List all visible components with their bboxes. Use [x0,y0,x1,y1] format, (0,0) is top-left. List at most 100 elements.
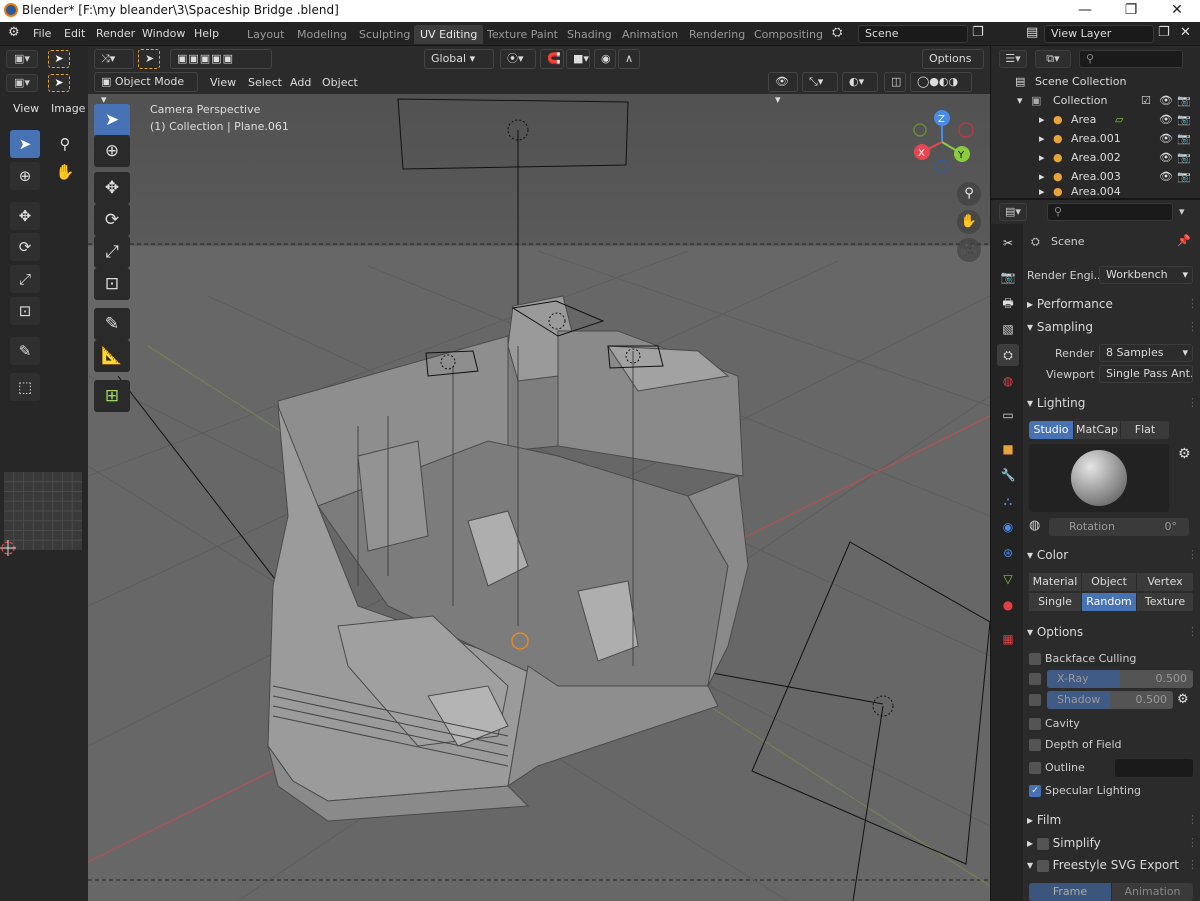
uv-scale-tool-icon[interactable]: ⤢ [10,265,40,293]
outliner-item[interactable]: ▸ ● Area ▱ 👁 📷 [991,110,1191,129]
specular-lighting-checkbox[interactable]: ✓ [1029,785,1041,797]
shadow-settings-gear-icon[interactable]: ⚙ [1177,692,1189,707]
3d-viewport[interactable]: ⤨▾ ➤ ▣▣▣▣▣ Global ▾ ⦿▾ 🧲 ■▾ ◉ ∧ Options … [88,46,990,901]
simplify-checkbox[interactable] [1036,837,1049,850]
scene-field[interactable]: Scene [858,25,968,43]
uv-grab-tool-icon[interactable]: ⬚ [10,373,40,401]
collection-camera-icon[interactable]: 📷 [1177,91,1191,110]
uv-sync-icon[interactable]: ▣▾ [6,74,38,92]
menu-file[interactable]: File [33,27,51,40]
freestyle-panel-header[interactable]: ▾ Freestyle SVG Export [1027,858,1179,872]
drag-handle-icon[interactable]: ⋮ [1187,858,1198,871]
view-layer-tab-icon[interactable]: ▧ [997,318,1019,340]
shadow-slider[interactable]: Shadow 0.500 [1047,691,1173,709]
simplify-panel-header[interactable]: ▸ Simplify [1027,836,1101,850]
outliner-item[interactable]: ▸ ● Area.001 👁 📷 [991,129,1191,148]
view-layer-field[interactable]: View Layer [1044,25,1154,43]
uv-rotate-tool-icon[interactable]: ⟳ [10,233,40,261]
studio-light-preview[interactable] [1029,444,1169,512]
uv-transform-tool-icon[interactable]: ⊡ [10,297,40,325]
camera-icon[interactable]: 📷 [1177,110,1191,129]
viewport-menu-add[interactable]: Add [290,76,311,89]
viewport-menu-object[interactable]: Object [322,76,358,89]
collection-eye-icon[interactable]: 👁 [1159,91,1173,110]
scene-icon[interactable]: ⛭ [832,25,842,40]
pivot-point-icon[interactable]: ⦿▾ [500,49,536,69]
pan-view-icon[interactable]: ✋ [957,210,981,234]
close-button[interactable]: ✕ [1154,0,1200,22]
render-tab-icon[interactable]: 📷 [997,266,1019,288]
navigation-gizmo[interactable]: Z Y X [910,108,990,180]
tab-shading[interactable]: Shading [561,25,618,44]
freestyle-animation-tab[interactable]: Animation [1112,883,1193,901]
freestyle-checkbox[interactable] [1036,859,1049,872]
zoom-icon[interactable]: ⚲ [50,130,80,158]
collection-checkbox-icon[interactable]: ☑ [1141,91,1151,110]
shading-mode-icons[interactable]: ◯●◐◑ [910,72,972,92]
color-texture-button[interactable]: Texture [1137,593,1193,611]
viewport-select-icon[interactable]: ➤ [138,49,160,69]
color-single-button[interactable]: Single [1029,593,1081,611]
outline-checkbox[interactable] [1029,762,1041,774]
uv-menu-view[interactable]: View [13,102,39,115]
drag-handle-icon[interactable]: ⋮ [1187,548,1198,561]
menu-render[interactable]: Render [96,27,135,40]
outliner-editor-type-icon[interactable]: ☰▾ [999,50,1027,68]
add-cube-tool-icon[interactable]: ⊞ [94,380,130,412]
physics-tab-icon[interactable]: ◉ [997,516,1019,538]
eye-icon[interactable]: 👁 [1159,129,1173,148]
snap-icon[interactable]: 🧲 [540,49,564,69]
data-tab-icon[interactable]: ▽ [997,568,1019,590]
texture-tab-icon[interactable]: ▦ [997,628,1019,650]
outline-color-swatch[interactable] [1115,759,1193,777]
annotate-tool-icon[interactable]: ✎ [94,308,130,340]
backface-culling-checkbox[interactable] [1029,653,1041,665]
menu-window[interactable]: Window [142,27,185,40]
properties-editor-type-icon[interactable]: ▤▾ [999,203,1027,221]
options-dropdown[interactable]: Options ▾ [922,49,984,83]
drag-handle-icon[interactable]: ⋮ [1187,836,1198,849]
proportional-falloff-icon[interactable]: ∧ [618,49,640,69]
blender-menu-icon[interactable]: ⚙ [8,25,20,40]
tab-modeling[interactable]: Modeling [291,25,353,44]
depth-of-field-checkbox[interactable] [1029,739,1041,751]
menu-help[interactable]: Help [194,27,219,40]
tool-tab-icon[interactable]: ✂ [997,232,1019,254]
tab-sculpting[interactable]: Sculpting [353,25,416,44]
new-scene-icon[interactable]: ❐ [972,25,984,40]
object-mode-dropdown[interactable]: ▣ Object Mode ▾ [94,72,198,106]
xray-checkbox[interactable] [1029,673,1041,685]
overlays-icon[interactable]: ◐▾ [842,72,878,92]
color-object-button[interactable]: Object [1082,573,1136,591]
display-mode-icon[interactable]: ⧉▾ [1035,50,1071,68]
transform-orientation-dropdown[interactable]: Global ▾ [424,49,494,69]
gizmo-toggle-icon[interactable]: ⤡▾ [802,72,838,92]
performance-panel-header[interactable]: ▸ Performance [1027,297,1113,311]
proportional-edit-icon[interactable]: ◉ [594,49,616,69]
remove-view-layer-icon[interactable]: ✕ [1180,25,1191,40]
lighting-panel-header[interactable]: ▾ Lighting [1027,396,1085,410]
visibility-icon[interactable]: 👁▾ [768,72,798,106]
outliner-item[interactable]: ▸ ● Area.004 [991,186,1191,198]
pin-icon[interactable]: 📌 [1177,234,1191,247]
modifier-tab-icon[interactable]: 🔧 [997,464,1019,486]
tab-compositing[interactable]: Compositing [748,25,829,44]
uv-select-tool-icon[interactable]: ➤ [10,130,40,158]
viewport-samples-dropdown[interactable]: Single Pass Ant... [1099,365,1193,383]
constraints-tab-icon[interactable]: ⊛ [997,542,1019,564]
new-view-layer-icon[interactable]: ❐ [1158,25,1170,40]
outliner-collection[interactable]: ▾ ▣ Collection ☑ 👁 📷 [991,91,1191,110]
shadow-checkbox[interactable] [1029,694,1041,706]
material-tab-icon[interactable]: ● [997,594,1019,616]
object-tab-icon[interactable]: ■ [997,438,1019,460]
properties-search-input[interactable]: ⚲ [1047,203,1173,221]
uv-cursor-tool-icon[interactable]: ⊕ [10,162,40,190]
color-material-button[interactable]: Material [1029,573,1081,591]
editor-type-icon[interactable]: ▣▾ [6,50,38,68]
sampling-panel-header[interactable]: ▾ Sampling [1027,320,1093,334]
uv-menu-image[interactable]: Image [51,102,85,115]
tab-layout[interactable]: Layout [241,25,290,44]
select-box-icon[interactable]: ➤ [48,50,70,68]
viewport-editor-type-icon[interactable]: ⤨▾ [94,49,134,69]
color-vertex-button[interactable]: Vertex [1137,573,1193,591]
